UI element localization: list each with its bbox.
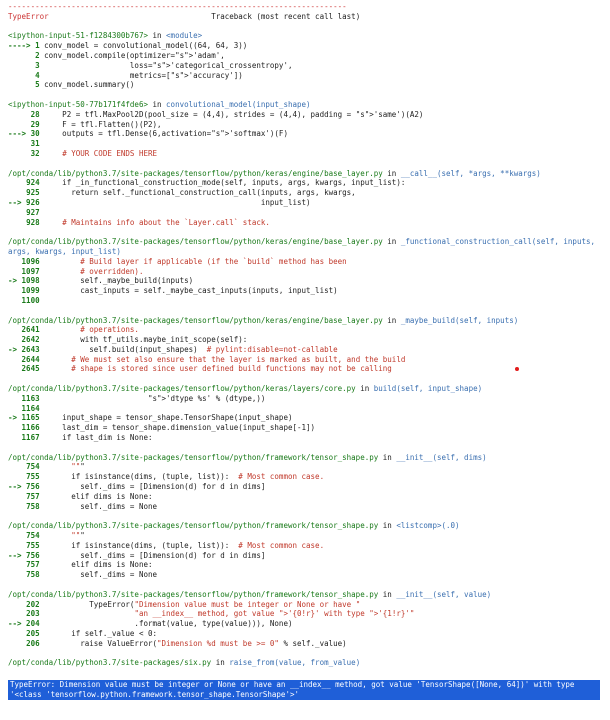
code-line: 28 P2 = tfl.MaxPool2D(pool_size = (4,4),… (30, 109, 424, 119)
code-line: 203 "an __index__ method, got value ">'{… (26, 609, 415, 619)
frame-gap (8, 306, 608, 316)
code-line: 205 if self._value < 0: (26, 629, 158, 638)
traceback-rule: ----------------------------------------… (8, 2, 347, 11)
traceback-output: ----------------------------------------… (0, 0, 608, 701)
code-line: -> 1165 input_shape = tensor_shape.Tenso… (8, 413, 293, 423)
red-dot-marker (515, 367, 519, 371)
code-line: 757 elif dims is None: (26, 560, 153, 570)
code-line: --> 204 .format(value, type(value))), No… (8, 619, 293, 629)
code-line: 754 """ (26, 462, 85, 472)
frame-gap (8, 374, 608, 384)
traceback-header-right: Traceback (most recent call last) (211, 11, 361, 21)
frame-location: /opt/conda/lib/python3.7/site-packages/t… (8, 384, 483, 394)
frame-gap (8, 511, 608, 521)
frame-location: /opt/conda/lib/python3.7/site-packages/t… (8, 237, 600, 256)
code-line: 754 """ (26, 531, 85, 541)
code-line: -> 1098 self._maybe_build(inputs) (8, 276, 194, 286)
code-line: 1163 "s">'dtype %s' % (dtype,)) (21, 393, 266, 403)
code-line: 927 (26, 207, 40, 217)
code-line: 925 return self._functional_construction… (26, 188, 356, 198)
frame-location: /opt/conda/lib/python3.7/site-packages/t… (8, 589, 492, 599)
code-line: 206 raise ValueError("Dimension %d must … (26, 638, 347, 648)
code-line: ---> 30 outputs = tfl.Dense(6,activation… (8, 129, 288, 139)
frame-location: /opt/conda/lib/python3.7/site-packages/t… (8, 521, 460, 531)
code-line: 2 conv_model.compile(optimizer="s">'adam… (35, 50, 225, 60)
code-line: 924 if _in_functional_construction_mode(… (26, 178, 406, 188)
code-line: 757 elif dims is None: (26, 491, 153, 501)
frame-location: /opt/conda/lib/python3.7/site-packages/t… (8, 315, 519, 325)
traceback-header: TypeError Traceback (most recent call la… (8, 12, 608, 22)
code-line: 4 metrics=["s">'accuracy']) (35, 70, 243, 80)
code-line: --> 926 input_list) (8, 197, 311, 207)
code-line: 755 if isinstance(dims, (tuple, list)): … (26, 540, 325, 550)
error-type: TypeError (8, 11, 49, 21)
code-line: ----> 1 conv_model = convolutional_model… (8, 41, 248, 51)
frame-gap (8, 159, 608, 169)
code-line: 3 loss="s">'categorical_crossentropy', (35, 60, 293, 70)
code-line: --> 756 self._dims = [Dimension(d) for d… (8, 550, 266, 560)
frame-gap (8, 22, 608, 32)
code-line: 29 F = tfl.Flatten()(P2), (30, 119, 162, 129)
frame-gap (8, 580, 608, 590)
code-line: 755 if isinstance(dims, (tuple, list)): … (26, 472, 325, 482)
code-line: 2641 # operations. (21, 325, 139, 335)
code-line: -> 2643 self.build(input_shapes) # pylin… (8, 344, 338, 354)
frame-gap (8, 443, 608, 453)
code-line: 1100 (21, 295, 40, 305)
frame-location: /opt/conda/lib/python3.7/site-packages/t… (8, 168, 541, 178)
code-line: --> 756 self._dims = [Dimension(d) for d… (8, 482, 266, 492)
frame-gap (8, 649, 608, 659)
code-line: 1096 # Build layer if applicable (if the… (21, 256, 347, 266)
code-line: 1167 if last_dim is None: (21, 433, 153, 443)
code-line: 1097 # overridden). (21, 266, 144, 276)
code-line: 5 conv_model.summary() (35, 80, 135, 90)
code-line: 1099 cast_inputs = self._maybe_cast_inpu… (21, 286, 338, 296)
code-line: 2644 # We must set also ensure that the … (21, 354, 406, 364)
frame-gap (8, 227, 608, 237)
final-error-message[interactable]: TypeError: Dimension value must be integ… (8, 680, 600, 701)
code-line: 1166 last_dim = tensor_shape.dimension_v… (21, 423, 316, 433)
code-line: 32 # YOUR CODE ENDS HERE (30, 148, 158, 158)
traceback-frames: <ipython-input-51-f1284300b767> in <modu… (8, 22, 608, 669)
frame-location: /opt/conda/lib/python3.7/site-packages/s… (8, 658, 361, 668)
code-line: 928 # Maintains info about the `Layer.ca… (26, 217, 270, 227)
code-line: 758 self._dims = None (26, 570, 158, 580)
frame-location: <ipython-input-51-f1284300b767> in <modu… (8, 31, 203, 41)
code-line: 202 TypeError("Dimension value must be i… (26, 599, 361, 609)
code-line: 758 self._dims = None (26, 501, 158, 511)
code-line: 31 (30, 139, 40, 149)
code-line: 1164 (21, 403, 40, 413)
frame-location: /opt/conda/lib/python3.7/site-packages/t… (8, 452, 487, 462)
code-line: 2642 with tf_utils.maybe_init_scope(self… (21, 335, 248, 345)
frame-location: <ipython-input-50-77b171f4fde6> in convo… (8, 99, 311, 109)
frame-gap (8, 90, 608, 100)
